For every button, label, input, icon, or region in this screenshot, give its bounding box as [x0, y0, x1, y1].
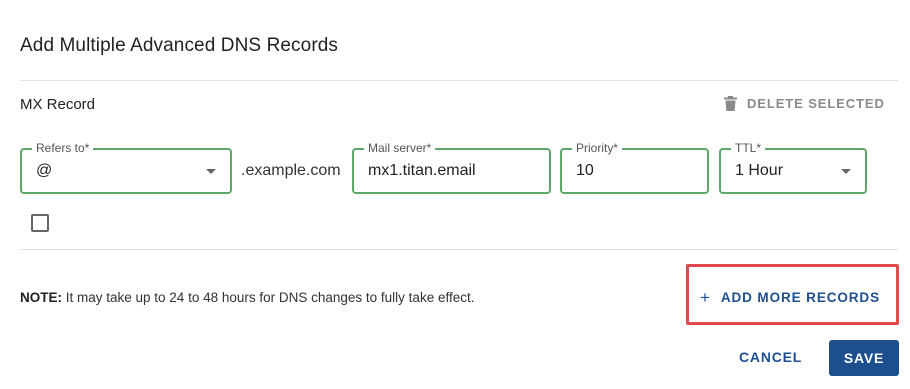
refers-to-select[interactable]: Refers to* @	[20, 141, 232, 194]
add-more-records-button[interactable]: + ADD MORE RECORDS	[700, 287, 880, 307]
plus-icon: +	[700, 287, 711, 307]
mail-server-value: mx1.titan.email	[368, 162, 476, 179]
cancel-button[interactable]: CANCEL	[739, 349, 802, 365]
mail-server-input[interactable]: Mail server* mx1.titan.email	[352, 141, 551, 194]
priority-value: 10	[576, 162, 594, 179]
record-type-label: MX Record	[20, 96, 96, 113]
ttl-select[interactable]: TTL* 1 Hour	[719, 141, 867, 194]
save-button[interactable]: SAVE	[829, 340, 899, 376]
priority-input[interactable]: Priority* 10	[560, 141, 709, 194]
add-more-records-label: ADD MORE RECORDS	[720, 290, 880, 305]
dropdown-arrow-icon	[841, 169, 851, 174]
delete-selected-label: DELETE SELECTED	[747, 96, 885, 111]
delete-selected-button[interactable]: DELETE SELECTED	[724, 96, 885, 111]
dialog-title: Add Multiple Advanced DNS Records	[20, 35, 339, 56]
note-text: It may take up to 24 to 48 hours for DNS…	[62, 290, 475, 305]
note-prefix: NOTE:	[20, 290, 62, 305]
header-divider	[20, 80, 898, 81]
record-select-checkbox[interactable]	[31, 214, 49, 232]
refers-to-label: Refers to*	[32, 141, 94, 155]
priority-label: Priority*	[572, 141, 623, 155]
dropdown-arrow-icon	[206, 169, 216, 174]
mail-server-label: Mail server*	[364, 141, 436, 155]
domain-suffix: .example.com	[241, 162, 341, 179]
dns-note: NOTE: It may take up to 24 to 48 hours f…	[20, 290, 474, 305]
ttl-label: TTL*	[731, 141, 766, 155]
footer-divider	[20, 249, 898, 250]
trash-icon	[724, 96, 737, 111]
ttl-value: 1 Hour	[735, 162, 784, 179]
refers-to-value: @	[36, 162, 53, 179]
